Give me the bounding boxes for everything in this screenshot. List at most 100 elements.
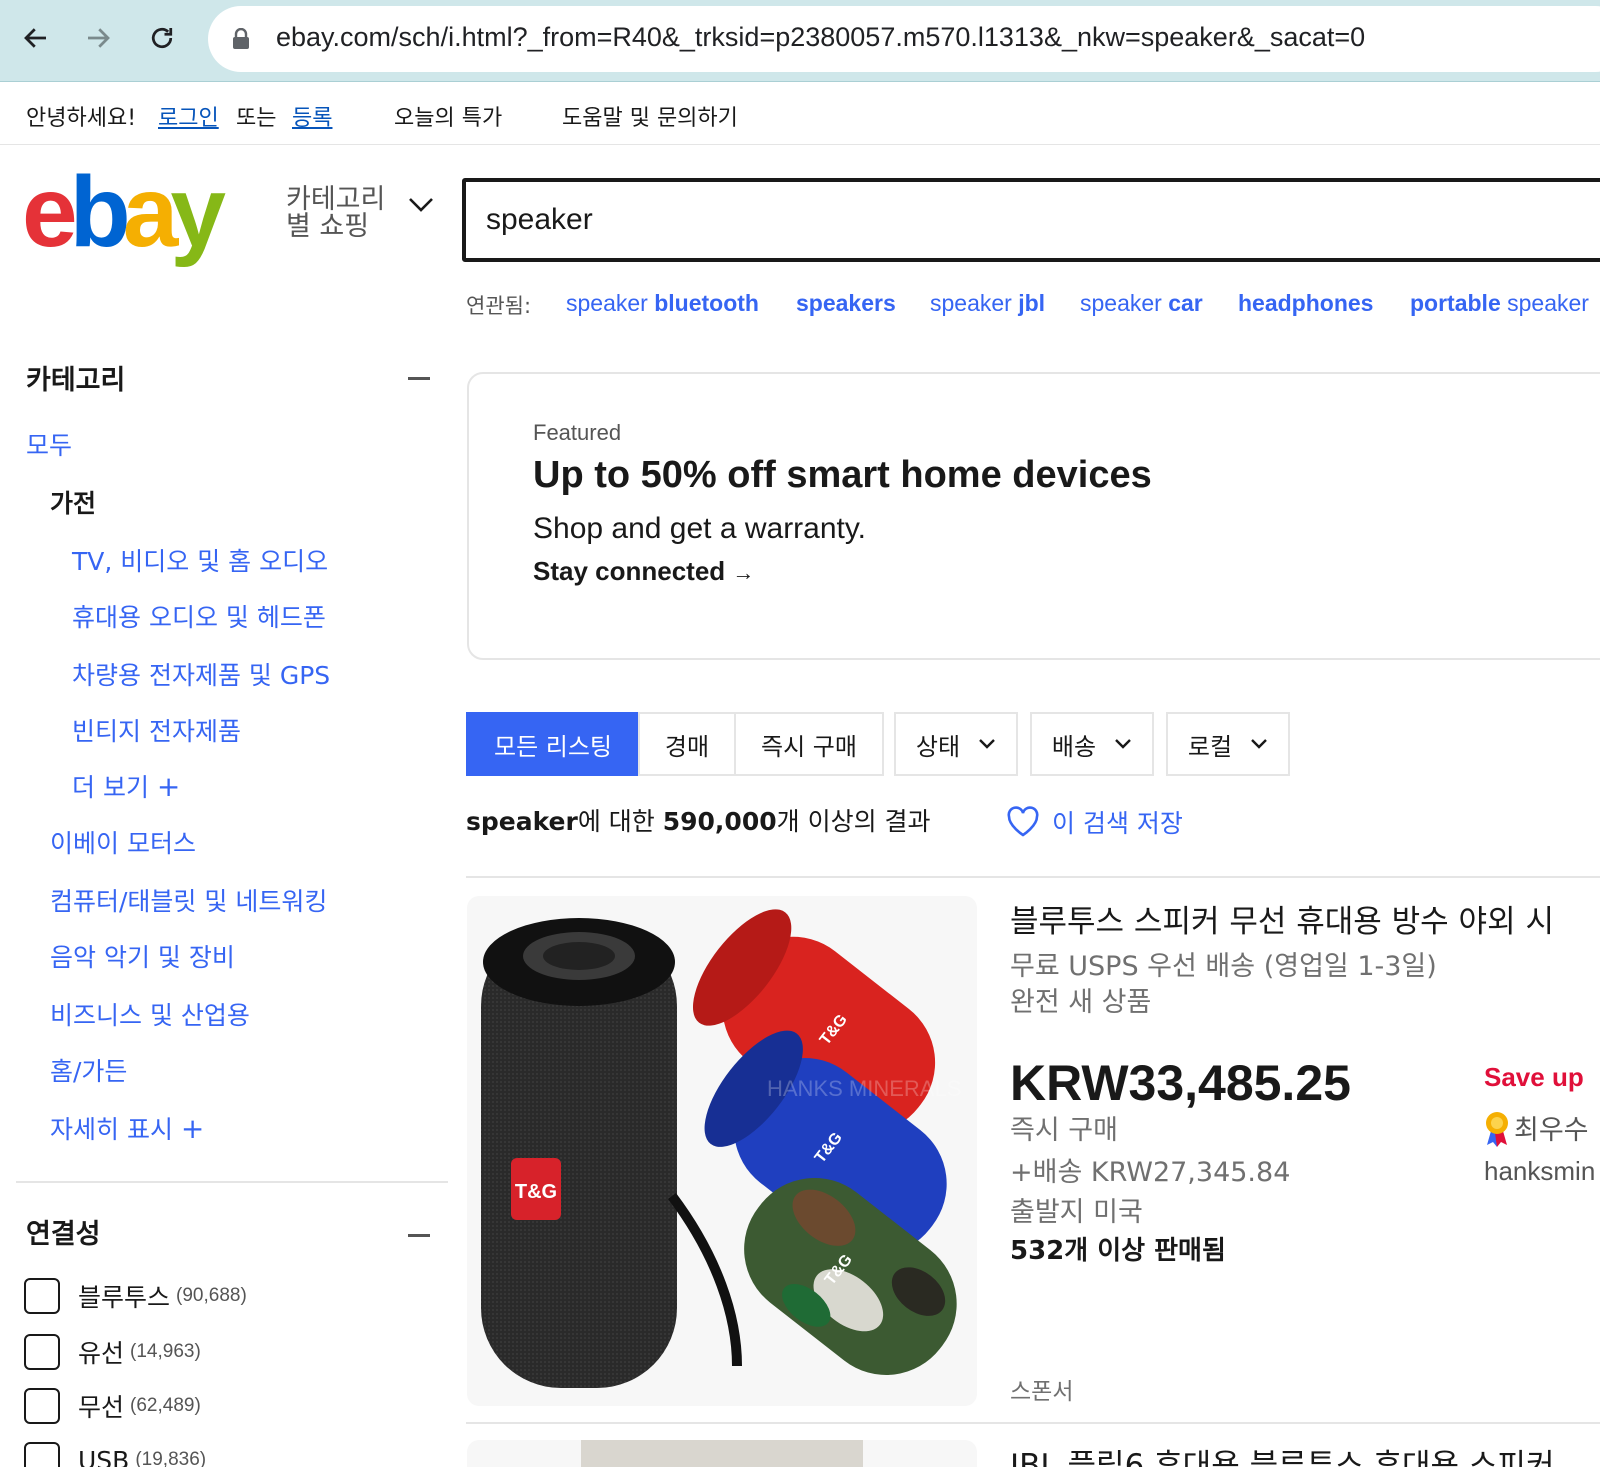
filter-count: (62,489) xyxy=(130,1395,201,1416)
related-bold: speakers xyxy=(796,290,896,316)
search-box[interactable] xyxy=(462,178,1600,262)
svg-text:ebay: ebay xyxy=(22,168,226,268)
browser-toolbar: ebay.com/sch/i.html?_from=R40&_trksid=p2… xyxy=(0,0,1600,82)
subcategory-tv-video[interactable]: TV, 비디오 및 홈 오디오 xyxy=(72,542,328,578)
category-all-link[interactable]: 모두 xyxy=(26,426,72,462)
shop-by-category-button[interactable]: 카테고리 별 쇼핑 xyxy=(286,186,436,240)
tab-buy-it-now[interactable]: 즉시 구매 xyxy=(734,712,884,776)
banner-eyebrow: Featured xyxy=(533,420,622,445)
condition-dropdown[interactable]: 상태 xyxy=(894,712,1018,776)
related-speaker-bluetooth[interactable]: speaker bluetooth xyxy=(566,290,759,317)
related-portable-speaker[interactable]: portable speaker xyxy=(1410,290,1589,317)
listing-title-link[interactable]: 블루투스 스피커 무선 휴대용 방수 야외 시 xyxy=(1010,896,1554,941)
forward-button[interactable] xyxy=(76,16,120,60)
delivery-label: 배송 xyxy=(1051,732,1097,761)
related-speakers[interactable]: speakers xyxy=(796,290,896,317)
address-bar[interactable]: ebay.com/sch/i.html?_from=R40&_trksid=p2… xyxy=(208,6,1600,72)
filter-bluetooth[interactable]: 블루투스 (90,688) xyxy=(24,1276,247,1316)
register-link[interactable]: 등록 xyxy=(292,100,332,132)
related-headphones[interactable]: headphones xyxy=(1238,290,1373,317)
award-ribbon-icon xyxy=(1486,1111,1508,1147)
filter-wired[interactable]: 유선 (14,963) xyxy=(24,1332,201,1372)
filter-label: 유선 xyxy=(78,1339,125,1368)
reload-button[interactable] xyxy=(140,16,184,60)
subcategory-vintage[interactable]: 빈티지 전자제품 xyxy=(72,712,241,748)
lock-icon xyxy=(233,28,249,49)
related-bold: bluetooth xyxy=(654,290,759,316)
more-label: 더 보기 xyxy=(72,773,149,802)
plus-icon: + xyxy=(156,770,181,803)
greeting-text: 안녕하세요! xyxy=(26,106,137,131)
filter-count: (90,688) xyxy=(176,1285,247,1306)
category-business[interactable]: 비즈니스 및 산업용 xyxy=(50,996,250,1032)
listing-title-link[interactable]: JBL 플립6 휴대용 블루투스 휴대용 스피커 xyxy=(1010,1440,1554,1467)
subcategory-portable-audio[interactable]: 휴대용 오디오 및 헤드폰 xyxy=(72,598,326,634)
related-speaker-car[interactable]: speaker car xyxy=(1080,290,1203,317)
arrow-left-icon xyxy=(24,28,46,48)
delivery-dropdown[interactable]: 배송 xyxy=(1030,712,1154,776)
related-speaker-jbl[interactable]: speaker jbl xyxy=(930,290,1045,317)
item-price: KRW33,485.25 xyxy=(1010,1055,1351,1111)
product-photo xyxy=(581,1440,863,1467)
show-more-link[interactable]: 자세히 표시 + xyxy=(50,1110,204,1146)
related-plain: speaker xyxy=(1507,290,1589,316)
condition-label: 상태 xyxy=(915,732,961,761)
category-heading: 카테고리 xyxy=(26,365,126,396)
chevron-down-icon xyxy=(1115,739,1131,749)
results-query: speaker xyxy=(466,807,578,836)
plus-icon: + xyxy=(180,1112,205,1145)
search-input[interactable] xyxy=(486,196,1486,244)
arrow-right-icon: → xyxy=(732,560,755,585)
item-condition: 완전 새 상품 xyxy=(1010,987,1152,1018)
banner-cta-link[interactable]: Stay connected → xyxy=(533,556,754,587)
category-music[interactable]: 음악 악기 및 장비 xyxy=(50,938,235,974)
badge-label: 최우수 xyxy=(1514,1115,1589,1146)
collapse-connectivity-button[interactable] xyxy=(408,1234,430,1237)
login-link[interactable]: 로그인 xyxy=(158,100,219,132)
filter-count: (14,963) xyxy=(130,1341,201,1362)
sold-count: 532개 이상 판매됨 xyxy=(1010,1236,1226,1266)
ebay-logo[interactable]: ebay xyxy=(22,168,262,268)
promo-text: Save up xyxy=(1484,1062,1584,1092)
filter-usb[interactable]: USB (19,836) xyxy=(24,1440,206,1467)
checkbox[interactable] xyxy=(24,1388,60,1424)
back-button[interactable] xyxy=(14,16,58,60)
local-dropdown[interactable]: 로컬 xyxy=(1166,712,1290,776)
listing-image[interactable] xyxy=(467,1440,977,1467)
help-contact-link[interactable]: 도움말 및 문의하기 xyxy=(562,100,738,132)
listing-image[interactable]: T&G T&G T&G T&G HANKS MINERALS xyxy=(467,896,977,1406)
subcategory-car-electronics[interactable]: 차량용 전자제품 및 GPS xyxy=(72,656,330,692)
more-subcategories-link[interactable]: 더 보기 + xyxy=(72,768,180,804)
tab-all-listings[interactable]: 모든 리스팅 xyxy=(466,712,640,776)
sidebar-divider xyxy=(16,1181,448,1183)
featured-banner[interactable]: Featured Up to 50% off smart home device… xyxy=(467,372,1600,660)
category-home-garden[interactable]: 홈/가든 xyxy=(50,1052,127,1088)
collapse-category-button[interactable] xyxy=(408,377,430,380)
heart-icon xyxy=(1007,806,1039,837)
tab-auction[interactable]: 경매 xyxy=(638,712,736,776)
results-number: 590,000 xyxy=(662,807,777,836)
checkbox[interactable] xyxy=(24,1278,60,1314)
seller-name[interactable]: hanksmin xyxy=(1484,1156,1595,1187)
shipping-cost: +배송 KRW27,345.84 xyxy=(1010,1157,1291,1188)
category-computers[interactable]: 컴퓨터/태블릿 및 네트워킹 xyxy=(50,882,327,918)
checkbox[interactable] xyxy=(24,1442,60,1467)
checkbox[interactable] xyxy=(24,1334,60,1370)
related-label: 연관됨: xyxy=(466,294,532,318)
or-text: 또는 xyxy=(236,106,277,131)
related-bold: headphones xyxy=(1238,290,1374,316)
url-text: ebay.com/sch/i.html?_from=R40&_trksid=p2… xyxy=(276,22,1366,52)
daily-deals-link[interactable]: 오늘의 특가 xyxy=(394,100,502,132)
related-bold: car xyxy=(1168,290,1203,316)
save-search-button[interactable]: 이 검색 저장 xyxy=(1006,804,1183,840)
results-divider xyxy=(466,876,1600,878)
top-rated-badge: 최우수 xyxy=(1482,1108,1589,1147)
purchase-format: 즉시 구매 xyxy=(1010,1115,1118,1146)
related-plain: speaker xyxy=(930,290,1012,316)
listing-divider xyxy=(466,1422,1600,1424)
related-bold: portable xyxy=(1410,290,1501,316)
local-label: 로컬 xyxy=(1187,732,1233,761)
banner-cta-label: Stay connected xyxy=(533,556,726,586)
category-motors[interactable]: 이베이 모터스 xyxy=(50,824,196,860)
filter-wireless[interactable]: 무선 (62,489) xyxy=(24,1386,201,1426)
